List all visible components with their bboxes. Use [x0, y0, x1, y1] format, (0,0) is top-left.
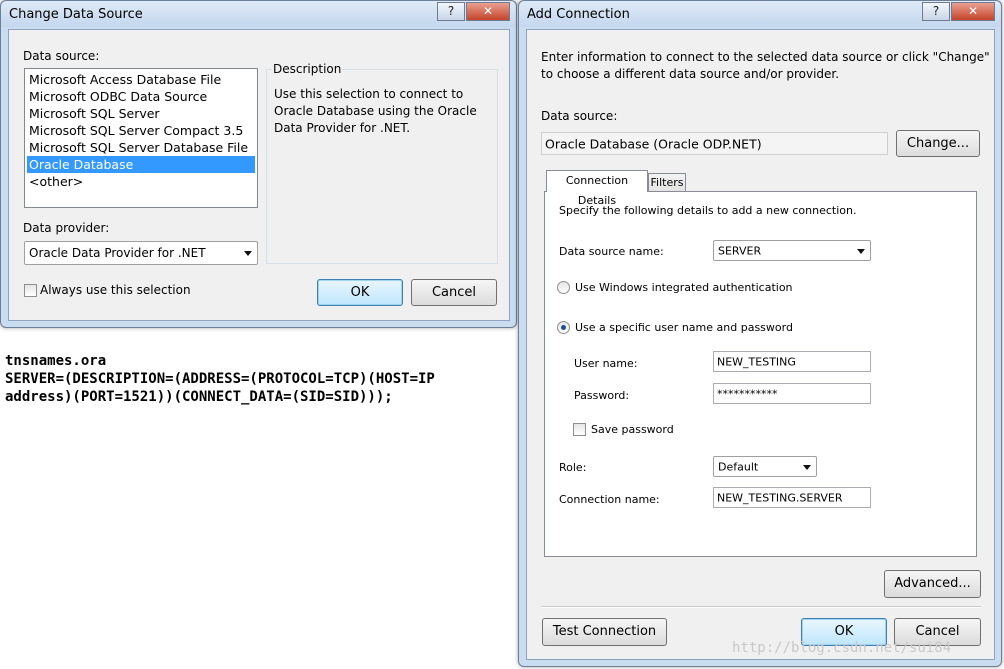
description-text-line: Use this selection to connect to [274, 87, 464, 101]
title-bar[interactable]: Change Data Source ? ✕ [1, 1, 516, 27]
add-connection-dialog: Add Connection ? ✕ Enter information to … [518, 0, 1002, 667]
description-text-line: Data Provider for .NET. [274, 121, 411, 135]
password-label: Password: [574, 389, 630, 402]
close-button[interactable]: ✕ [466, 2, 510, 21]
change-data-source-dialog: Change Data Source ? ✕ Data source: Micr… [0, 0, 517, 328]
data-source-list[interactable]: Microsoft Access Database File Microsoft… [24, 68, 258, 208]
close-button[interactable]: ✕ [951, 2, 995, 21]
intro-text-line: Enter information to connect to the sele… [541, 50, 990, 64]
role-value: Default [718, 460, 759, 473]
intro-text-line: to choose a different data source and/or… [541, 67, 840, 81]
save-password-label: Save password [591, 423, 674, 436]
data-provider-label: Data provider: [23, 221, 110, 235]
windows-auth-label: Use Windows integrated authentication [575, 281, 793, 294]
always-use-checkbox[interactable] [24, 284, 37, 297]
role-combo[interactable]: Default [713, 456, 817, 477]
separator [541, 606, 981, 608]
always-use-label: Always use this selection [40, 283, 191, 297]
advanced-button[interactable]: Advanced... [884, 570, 981, 598]
title-bar[interactable]: Add Connection ? ✕ [519, 1, 1001, 27]
change-button[interactable]: Change... [896, 130, 980, 157]
windows-auth-radio[interactable] [557, 281, 570, 294]
dialog-body: Data source: Microsoft Access Database F… [8, 29, 510, 321]
list-item[interactable]: <other> [27, 173, 255, 190]
data-provider-combo[interactable]: Oracle Data Provider for .NET [24, 241, 258, 265]
chevron-down-icon [244, 251, 252, 256]
ok-button[interactable]: OK [317, 279, 403, 306]
password-input[interactable]: *********** [713, 383, 871, 404]
user-name-label: User name: [574, 357, 638, 370]
tnsnames-line-3: address)(PORT=1521))(CONNECT_DATA=(SID=S… [5, 389, 393, 405]
specific-user-radio[interactable] [557, 321, 570, 334]
user-name-input[interactable]: NEW_TESTING [713, 351, 871, 372]
password-value: *********** [717, 387, 778, 400]
description-text-line: Oracle Database using the Oracle [274, 104, 477, 118]
dialog-title: Change Data Source [9, 7, 143, 22]
list-item[interactable]: Microsoft ODBC Data Source [27, 88, 255, 105]
dialog-title: Add Connection [527, 7, 630, 22]
list-item[interactable]: Microsoft SQL Server [27, 105, 255, 122]
data-provider-value: Oracle Data Provider for .NET [29, 246, 206, 260]
tab-filters[interactable]: Filters [648, 173, 686, 192]
data-source-value: Oracle Database (Oracle ODP.NET) [545, 136, 762, 151]
data-source-label: Data source: [541, 109, 618, 123]
list-item[interactable]: Microsoft SQL Server Database File [27, 139, 255, 156]
dialog-body: Enter information to connect to the sele… [526, 29, 995, 660]
chevron-down-icon [857, 248, 865, 254]
test-connection-button[interactable]: Test Connection [542, 618, 667, 646]
connection-name-label: Connection name: [559, 493, 660, 506]
user-name-value: NEW_TESTING [717, 355, 796, 368]
connection-name-input[interactable]: NEW_TESTING.SERVER [713, 487, 871, 508]
help-button[interactable]: ? [922, 2, 950, 21]
tab-connection-details[interactable]: Connection Details [546, 170, 648, 207]
watermark: http://blog.csdn.net/sui84 [732, 640, 952, 656]
description-label: Description [272, 62, 343, 76]
data-source-field: Oracle Database (Oracle ODP.NET) [541, 132, 888, 155]
chevron-down-icon [803, 464, 811, 470]
role-label: Role: [559, 461, 587, 474]
tnsnames-line-1: tnsnames.ora [5, 353, 107, 369]
connection-details-panel: Specify the following details to add a n… [544, 191, 977, 557]
tnsnames-line-2: SERVER=(DESCRIPTION=(ADDRESS=(PROTOCOL=T… [5, 371, 435, 387]
data-source-label: Data source: [23, 49, 100, 63]
help-button[interactable]: ? [437, 2, 465, 21]
list-item[interactable]: Microsoft SQL Server Compact 3.5 [27, 122, 255, 139]
data-source-name-value: SERVER [718, 244, 762, 257]
data-source-name-combo[interactable]: SERVER [713, 240, 871, 261]
cancel-button[interactable]: Cancel [411, 279, 497, 306]
list-item[interactable]: Microsoft Access Database File [27, 71, 255, 88]
connection-name-value: NEW_TESTING.SERVER [717, 491, 843, 504]
list-item-selected[interactable]: Oracle Database [27, 156, 255, 173]
specific-user-label: Use a specific user name and password [575, 321, 793, 334]
data-source-name-label: Data source name: [559, 245, 664, 258]
save-password-checkbox[interactable] [573, 423, 586, 436]
